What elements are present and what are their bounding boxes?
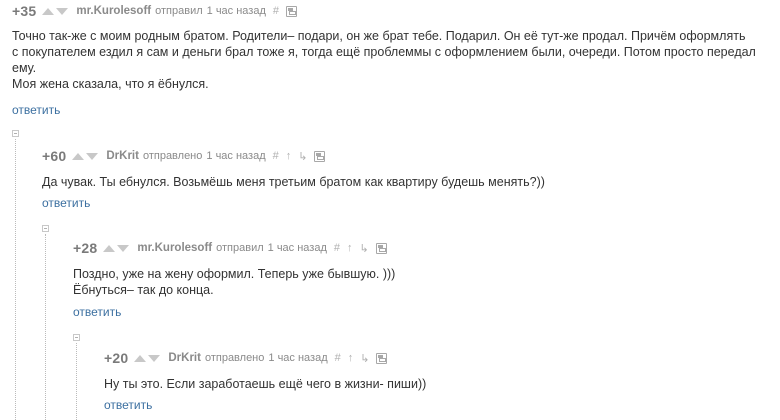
vote-buttons — [72, 152, 100, 160]
vote-buttons — [103, 244, 131, 252]
comment-header: +28 mr.Kurolesoff отправил 1 час назад #… — [73, 239, 387, 257]
thread-line — [76, 343, 77, 420]
save-icon[interactable] — [314, 150, 326, 162]
author-link[interactable]: mr.Kurolesoff — [137, 242, 212, 254]
branch-icon[interactable]: ↳ — [298, 150, 307, 163]
parent-link-icon[interactable]: ↑ — [286, 150, 292, 162]
upvote-icon[interactable] — [134, 354, 147, 362]
comment-text: Точно так-же с моим родным братом. Родит… — [12, 28, 772, 92]
parent-link-icon[interactable]: ↑ — [347, 242, 353, 254]
timestamp: 1 час назад — [206, 150, 266, 162]
action-text: отправлено — [204, 352, 265, 364]
comment-line: Поздно, уже на жену оформил. Теперь уже … — [73, 267, 396, 281]
author-link[interactable]: mr.Kurolesoff — [76, 5, 151, 17]
comment-line: Точно так-же с моим родным братом. Родит… — [12, 29, 746, 43]
upvote-icon[interactable] — [72, 152, 85, 160]
thread-line — [15, 139, 16, 420]
comment-text: Ну ты это. Если заработаешь ещё чего в ж… — [104, 376, 764, 392]
action-text: отправлено — [142, 150, 203, 162]
rating: +20 — [104, 350, 129, 366]
comment-header: +20 DrKrit отправлено 1 час назад # ↑ ↳ — [104, 349, 388, 367]
comment-text: Да чувак. Ты ебнулся. Возьмёшь меня трет… — [42, 174, 762, 190]
timestamp: 1 час назад — [267, 242, 327, 254]
parent-link-icon[interactable]: ↑ — [348, 352, 354, 364]
comment-header: +60 DrKrit отправлено 1 час назад # ↑ ↳ — [42, 147, 326, 165]
author-link[interactable]: DrKrit — [168, 352, 201, 364]
comment-header: +35 mr.Kurolesoff отправил 1 час назад # — [12, 2, 297, 20]
action-text: отправил — [155, 5, 203, 17]
upvote-icon[interactable] — [103, 244, 116, 252]
reply-link[interactable]: ответить — [104, 398, 152, 412]
timestamp: 1 час назад — [268, 352, 328, 364]
downvote-icon[interactable] — [117, 244, 130, 252]
comment-line: с покупателем ездил я сам и деньги брал … — [12, 45, 756, 59]
hash-icon[interactable]: # — [273, 5, 279, 17]
save-icon[interactable] — [375, 242, 387, 254]
timestamp: 1 час назад — [206, 5, 266, 17]
hash-icon[interactable]: # — [273, 150, 279, 162]
branch-icon[interactable]: ↳ — [360, 352, 369, 365]
vote-buttons — [42, 7, 70, 15]
comment-text: Поздно, уже на жену оформил. Теперь уже … — [73, 266, 763, 298]
hash-icon[interactable]: # — [334, 242, 340, 254]
collapse-toggle[interactable] — [12, 130, 19, 137]
thread-line — [45, 234, 46, 420]
reply-link[interactable]: ответить — [73, 305, 121, 319]
comment-line: Да чувак. Ты ебнулся. Возьмёшь меня трет… — [42, 175, 545, 189]
comment-line: Ёбнуться– так до конца. — [73, 283, 214, 297]
collapse-toggle[interactable] — [42, 225, 49, 232]
downvote-icon[interactable] — [86, 152, 99, 160]
hash-icon[interactable]: # — [335, 352, 341, 364]
save-icon[interactable] — [376, 352, 388, 364]
action-text: отправил — [216, 242, 264, 254]
comment-line: Моя жена сказала, что я ёбнулся. — [12, 77, 209, 91]
comment-line: Ну ты это. Если заработаешь ещё чего в ж… — [104, 377, 427, 391]
save-icon[interactable] — [286, 5, 297, 17]
vote-buttons — [134, 354, 162, 362]
branch-icon[interactable]: ↳ — [360, 242, 369, 255]
downvote-icon[interactable] — [148, 354, 161, 362]
rating: +60 — [42, 148, 67, 164]
reply-link[interactable]: ответить — [42, 196, 90, 210]
collapse-toggle[interactable] — [73, 334, 80, 341]
reply-link[interactable]: ответить — [12, 103, 60, 117]
comment-line: ему. — [12, 61, 37, 75]
downvote-icon[interactable] — [56, 7, 69, 15]
author-link[interactable]: DrKrit — [106, 150, 139, 162]
rating: +28 — [73, 240, 98, 256]
rating: +35 — [12, 3, 37, 19]
upvote-icon[interactable] — [42, 7, 55, 15]
